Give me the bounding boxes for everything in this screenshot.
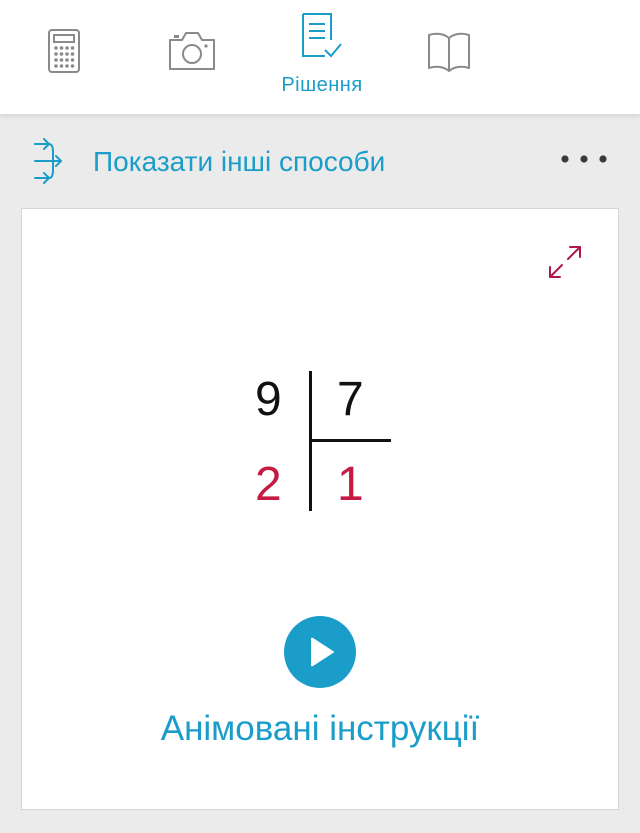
- solution-icon: [302, 13, 342, 58]
- tab-solution-label: Рішення: [281, 74, 363, 96]
- more-dots-icon[interactable]: [560, 154, 608, 164]
- top-tab-bar: Рішення: [0, 0, 640, 114]
- branch-arrows-icon: [34, 138, 62, 184]
- tab-solution[interactable]: Рішення: [281, 0, 362, 114]
- tab-book[interactable]: [426, 0, 472, 114]
- divisor: 7: [337, 373, 364, 426]
- animated-instructions-label[interactable]: Анімовані інструкції: [0, 709, 640, 749]
- tab-calculator[interactable]: [44, 0, 84, 114]
- book-icon: [428, 32, 470, 72]
- calculator-icon: [48, 29, 80, 73]
- remainder: 2: [255, 458, 282, 511]
- division-horizontal-line: [309, 439, 391, 442]
- play-icon: [311, 637, 334, 667]
- expand-icon[interactable]: [547, 245, 583, 279]
- quotient: 1: [337, 458, 364, 511]
- other-methods-bar[interactable]: Показати інші способи: [0, 128, 640, 194]
- tab-camera[interactable]: [166, 0, 218, 114]
- dividend: 9: [255, 373, 282, 426]
- play-button[interactable]: [284, 616, 356, 688]
- other-methods-label[interactable]: Показати інші способи: [93, 146, 385, 178]
- camera-icon: [169, 32, 215, 70]
